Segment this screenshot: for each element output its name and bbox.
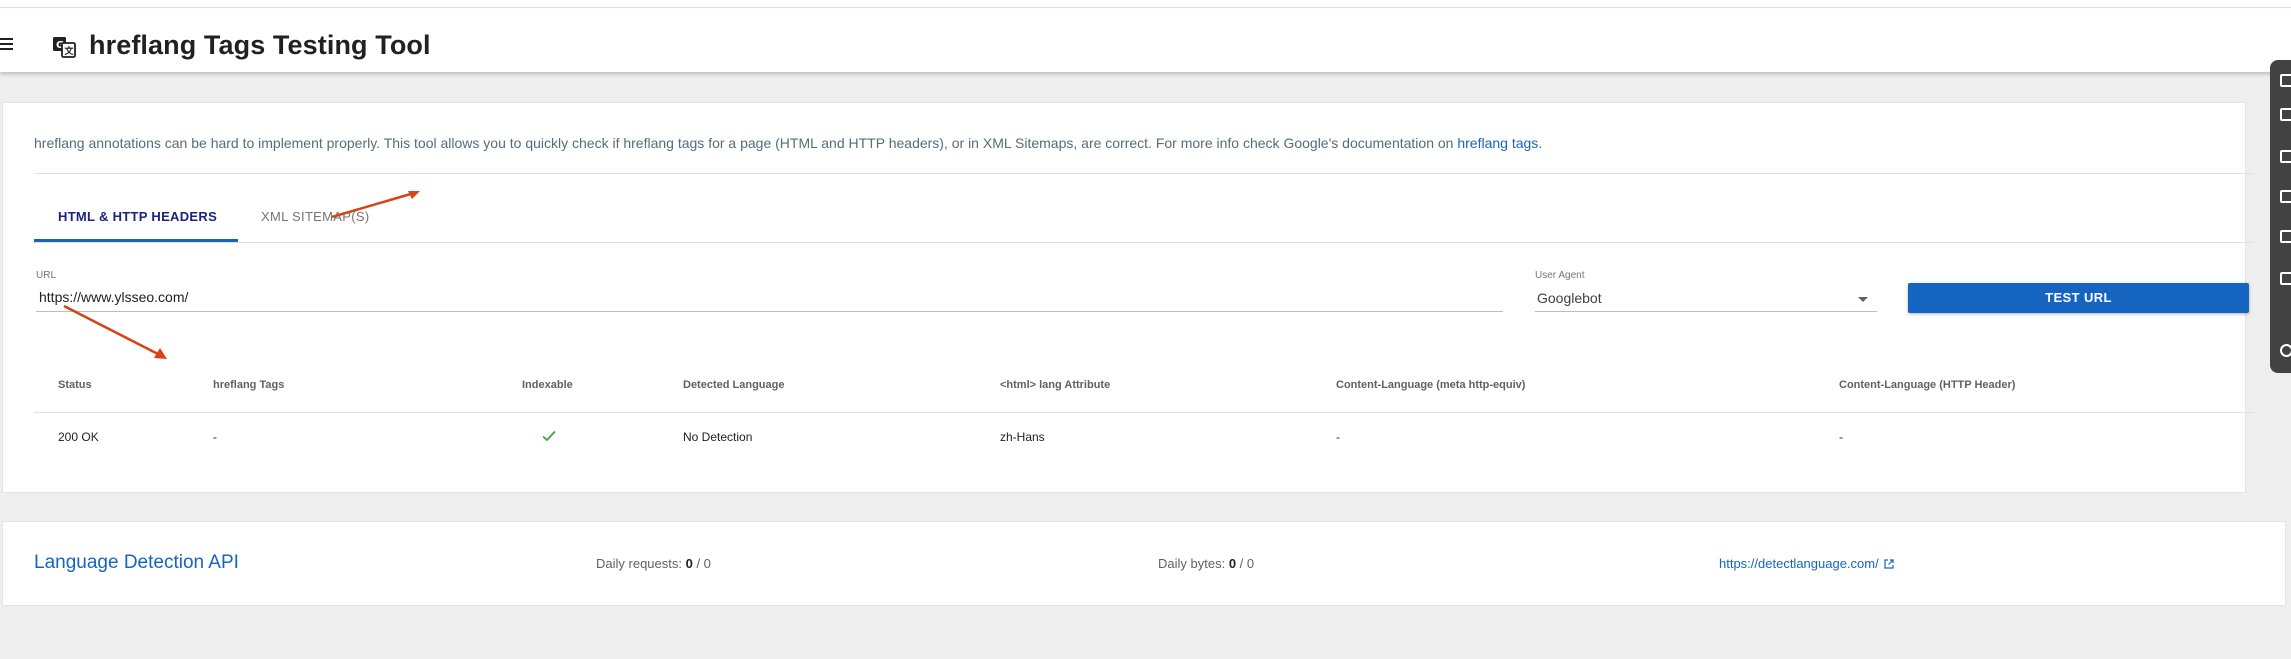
header-hreflang-tags: hreflang Tags: [213, 379, 285, 391]
table-header-divider: [34, 412, 2254, 413]
browser-extension-sidebar[interactable]: [2270, 60, 2291, 373]
intro-text: hreflang annotations can be hard to impl…: [34, 135, 1543, 151]
hreflang-docs-link[interactable]: hreflang tags: [1457, 135, 1538, 151]
header-detected-language: Detected Language: [683, 379, 785, 391]
settings-icon[interactable]: [2280, 344, 2291, 357]
header-html-lang: <html> lang Attribute: [1000, 379, 1111, 391]
extension-icon[interactable]: [2280, 230, 2291, 243]
tool-card: hreflang annotations can be hard to impl…: [2, 102, 2254, 493]
extension-icon[interactable]: [2280, 190, 2291, 203]
divider: [34, 173, 2254, 174]
api-title: Language Detection API: [34, 552, 239, 573]
cell-content-language-header: -: [1839, 430, 1843, 444]
translate-icon: G 文: [53, 37, 76, 58]
external-link-icon: [1884, 559, 1894, 569]
cell-html-lang: zh-Hans: [1000, 430, 1045, 444]
header-content-language-http: Content-Language (HTTP Header): [1839, 379, 2016, 391]
header-status: Status: [58, 379, 92, 391]
cell-status: 200 OK: [58, 430, 99, 444]
url-input-underline: [36, 311, 1503, 312]
extension-icon[interactable]: [2280, 108, 2291, 121]
language-detection-api-card: Language Detection API Daily requests: 0…: [2, 521, 2286, 606]
menu-icon[interactable]: [0, 38, 14, 50]
extension-icon[interactable]: [2280, 272, 2291, 285]
cell-detected-language: No Detection: [683, 430, 753, 444]
header-content-language-meta: Content-Language (meta http-equiv): [1336, 379, 1526, 391]
header-indexable: Indexable: [522, 379, 573, 391]
detectlanguage-link[interactable]: https://detectlanguage.com/: [1719, 556, 1894, 571]
daily-bytes: Daily bytes: 0 / 0: [1158, 556, 1255, 571]
user-agent-label: User Agent: [1535, 270, 1585, 281]
url-label: URL: [36, 270, 57, 281]
extension-icon[interactable]: [2280, 150, 2291, 163]
dropdown-caret-icon[interactable]: [1858, 297, 1868, 302]
app-bar: G 文 hreflang Tags Testing Tool: [0, 8, 2291, 72]
tab-html-http-headers[interactable]: HTML & HTTP HEADERS: [58, 209, 217, 224]
cell-content-language-meta: -: [1336, 430, 1340, 444]
user-agent-underline: [1535, 311, 1877, 312]
top-border: [0, 0, 2291, 8]
page-title: hreflang Tags Testing Tool: [89, 30, 431, 60]
annotation-arrow-url: [63, 304, 167, 359]
daily-requests: Daily requests: 0 / 0: [596, 556, 711, 571]
extension-icon[interactable]: [2280, 74, 2291, 87]
tabs-border: [34, 242, 2254, 243]
annotation-arrow-tab: [331, 191, 420, 219]
cell-hreflang-tags: -: [213, 430, 217, 444]
user-agent-select[interactable]: Googlebot: [1537, 290, 1602, 306]
test-url-button[interactable]: TEST URL: [1908, 283, 2249, 313]
svg-text:文: 文: [64, 45, 75, 57]
check-icon: [542, 430, 556, 442]
